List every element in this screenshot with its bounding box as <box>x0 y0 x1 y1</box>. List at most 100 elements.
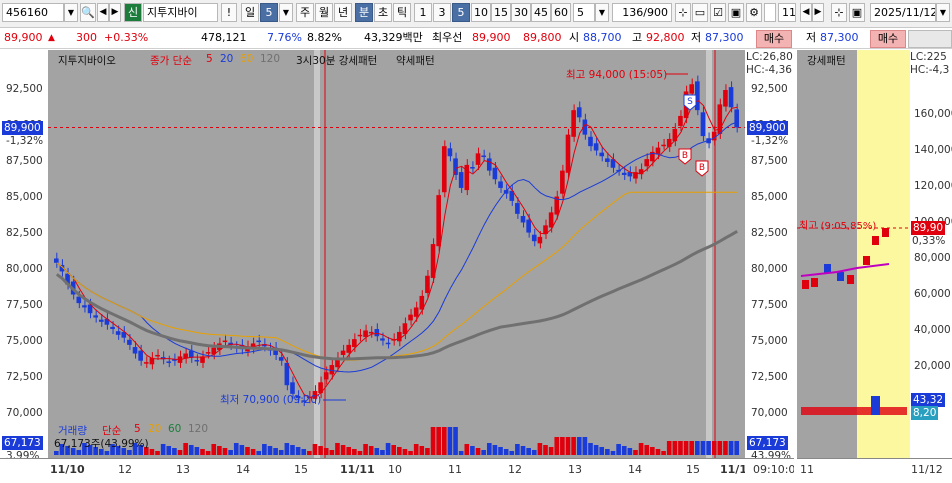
panel-divider[interactable] <box>794 50 797 482</box>
low-label: 저 <box>691 31 702 44</box>
crosshair-icon[interactable]: ⊹ <box>675 3 691 22</box>
mini-candle <box>882 228 889 237</box>
minute-3[interactable]: 3 <box>433 3 451 22</box>
buy-button[interactable]: 매수 <box>756 30 792 48</box>
session-separator <box>706 50 712 458</box>
x-axis-label: 12 <box>118 463 132 476</box>
tab-tick[interactable]: 틱 <box>393 3 411 22</box>
left-axis-tick: 77,500 <box>6 299 43 311</box>
mini-pattern-label: 강세패턴 <box>807 55 846 67</box>
right-crosshair-icon[interactable]: ⊹ <box>831 3 847 22</box>
count-input[interactable]: 5 <box>573 3 595 22</box>
right-price-axis: 92,50090,00087,50085,00082,50080,00077,5… <box>745 50 794 462</box>
x-axis-label: 11/1 <box>720 463 747 476</box>
stock-code-input[interactable]: 456160 <box>2 3 64 22</box>
x-axis-label: 11/11 <box>340 463 375 476</box>
mini-volume <box>801 407 907 415</box>
volume-bar <box>610 451 616 455</box>
mini-price-box: 89,90 <box>911 221 946 235</box>
volume-bar <box>486 443 492 455</box>
candle-body <box>515 203 520 214</box>
right-prev-icon[interactable]: ◀ <box>800 3 812 22</box>
right-next-icon[interactable]: ▶ <box>812 3 824 22</box>
volume-ma60: 60 <box>168 423 182 435</box>
volume-bar <box>430 427 436 455</box>
signal-marker-label: S <box>687 97 693 107</box>
window-icon[interactable]: ▭ <box>692 3 708 22</box>
save-icon[interactable]: ▣ <box>728 3 744 22</box>
volume-bar <box>250 449 256 455</box>
open-label: 시 <box>569 31 580 44</box>
volume-bar <box>402 449 408 455</box>
tab-minute[interactable]: 분 <box>355 3 373 22</box>
ma5-line <box>56 99 738 398</box>
period-num-button[interactable]: 5 <box>260 3 278 22</box>
volume-bar <box>318 446 323 455</box>
date-dropdown-icon[interactable]: ▼ <box>936 3 950 22</box>
right-axis-tick: 77,500 <box>751 299 788 311</box>
candle-body <box>357 334 363 337</box>
prev-arrow-icon[interactable]: ◀ <box>97 3 109 22</box>
volume-bar <box>160 444 166 455</box>
right-buy-button[interactable]: 매수 <box>870 30 906 48</box>
volume-bar <box>284 443 290 455</box>
checkbox-icon[interactable]: ☑ <box>710 3 726 22</box>
mini-price-pct: 0,33% <box>912 235 946 247</box>
candle-body <box>222 340 228 343</box>
count-dropdown-icon[interactable]: ▼ <box>595 3 609 22</box>
candle-body <box>576 107 582 118</box>
minute-10[interactable]: 10 <box>471 3 491 22</box>
right-axis-tick: 85,000 <box>751 191 788 203</box>
option-checkbox[interactable] <box>764 3 776 22</box>
volume-bar <box>290 445 295 455</box>
alert-button[interactable]: ! <box>221 3 237 22</box>
ma5-legend: 5 <box>206 53 213 65</box>
mini-axis-tick: 20,000 <box>914 360 951 372</box>
right-code-input[interactable]: 11/ <box>778 3 796 22</box>
volume-bar <box>374 448 380 455</box>
candle-body <box>127 339 132 345</box>
right-save-icon[interactable]: ▣ <box>849 3 865 22</box>
minute-15[interactable]: 15 <box>491 3 511 22</box>
volume-bar <box>554 437 560 455</box>
period-day-button[interactable]: 일 <box>241 3 259 22</box>
candle-body <box>205 352 211 354</box>
next-arrow-icon[interactable]: ▶ <box>109 3 121 22</box>
tab-week[interactable]: 주 <box>296 3 314 22</box>
date-input[interactable]: 2025/11/12 <box>870 3 936 22</box>
search-icon[interactable]: 🔍 <box>80 3 96 22</box>
mini-chart[interactable]: 강세패턴 최고 (9:05,85%) <box>797 50 910 458</box>
minute-1[interactable]: 1 <box>414 3 432 22</box>
period-dropdown-icon[interactable]: ▼ <box>279 3 293 22</box>
stock-name[interactable]: 지투지바이 <box>143 3 218 22</box>
candlestick-chart[interactable]: SBB 지투지바이오 종가 단순 5 20 60 120 3시30분 강세패턴 … <box>48 50 745 458</box>
candle-body <box>132 347 138 354</box>
settings-icon[interactable]: ⚙ <box>746 3 762 22</box>
volume-bar <box>267 446 273 455</box>
volume-bar <box>149 449 155 455</box>
volume-bar <box>222 448 228 455</box>
code-dropdown-icon[interactable]: ▼ <box>64 3 78 22</box>
ask-price: 89,900 <box>472 31 511 44</box>
candle-body <box>98 319 104 322</box>
volume-ma5: 5 <box>134 423 141 435</box>
volume-bar <box>565 437 571 455</box>
tab-year[interactable]: 년 <box>334 3 352 22</box>
volume-bar <box>262 444 267 455</box>
right-hc-label: HC:-4,36 <box>746 64 792 76</box>
view-range-input[interactable]: 136/900 <box>612 3 672 22</box>
candle-body <box>655 147 661 155</box>
volume-bar <box>340 445 346 455</box>
open-price: 88,700 <box>583 31 622 44</box>
minute-45[interactable]: 45 <box>531 3 551 22</box>
x-axis-label: 11 <box>448 463 462 476</box>
tab-second[interactable]: 초 <box>374 3 392 22</box>
mini-x-label: 11 <box>800 463 814 476</box>
tab-month[interactable]: 월 <box>315 3 333 22</box>
right-extra-button[interactable] <box>908 30 952 48</box>
minute-5[interactable]: 5 <box>452 3 470 22</box>
mini-candle <box>824 264 831 273</box>
minute-60[interactable]: 60 <box>551 3 571 22</box>
trade-volume: 478,121 <box>201 31 247 44</box>
minute-30[interactable]: 30 <box>511 3 531 22</box>
